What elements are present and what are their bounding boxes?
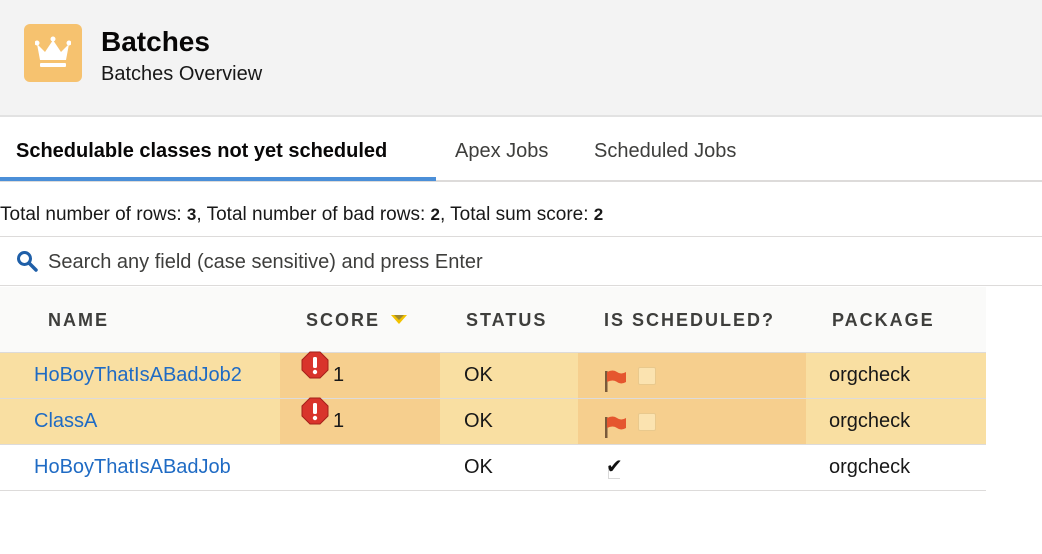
table-header: NAME SCORE STATUS IS SCHEDULED? PACKAGE <box>0 287 986 353</box>
class-name-link[interactable]: HoBoyThatIsABadJob2 <box>34 364 242 386</box>
is-scheduled-checkbox[interactable] <box>638 367 656 385</box>
table-row: HoBoyThatIsABadJob2 1 OK orgcheck <box>0 351 986 399</box>
column-header-status[interactable]: STATUS <box>466 287 547 353</box>
score-cell: 1 <box>280 351 440 398</box>
column-header-name[interactable]: NAME <box>48 287 109 353</box>
class-name-link[interactable]: ClassA <box>34 410 97 432</box>
score-value: 1 <box>333 364 345 386</box>
jobs-table: NAME SCORE STATUS IS SCHEDULED? PACKAGE … <box>0 287 986 491</box>
package-value: orgcheck <box>829 410 911 432</box>
is-scheduled-cell: ✔ <box>578 445 806 490</box>
is-scheduled-cell <box>578 399 806 444</box>
column-header-is-scheduled[interactable]: IS SCHEDULED? <box>604 287 775 353</box>
package-value: orgcheck <box>829 364 911 386</box>
checkmark-icon[interactable]: ✔ <box>606 445 623 490</box>
search-input[interactable] <box>48 246 1028 278</box>
column-header-package[interactable]: PACKAGE <box>832 287 935 353</box>
package-value: orgcheck <box>829 456 911 478</box>
column-header-score-label: SCORE <box>306 310 381 330</box>
page-subtitle: Batches Overview <box>101 63 263 85</box>
sort-descending-icon <box>390 286 408 352</box>
error-icon <box>301 351 329 396</box>
crown-icon <box>24 24 82 82</box>
is-scheduled-checkbox[interactable] <box>638 413 656 431</box>
search-icon <box>16 250 38 277</box>
page-header: Batches Batches Overview <box>0 0 1042 117</box>
table-summary: Total number of rows: 3, Total number of… <box>0 204 603 226</box>
error-icon <box>301 397 329 442</box>
tab-scheduled-jobs[interactable]: Scheduled Jobs <box>594 118 736 182</box>
column-header-score[interactable]: SCORE <box>306 287 408 353</box>
tab-schedulable-classes[interactable]: Schedulable classes not yet scheduled <box>16 118 387 182</box>
table-row: ClassA 1 OK orgcheck <box>0 397 986 445</box>
status-value: OK <box>464 456 493 478</box>
score-cell <box>280 445 440 490</box>
score-cell: 1 <box>280 397 440 444</box>
tab-apex-jobs[interactable]: Apex Jobs <box>455 118 548 182</box>
active-tab-indicator <box>0 177 436 181</box>
sum-score-label: , Total sum score: <box>439 204 594 225</box>
bad-rows-count: 2 <box>430 205 440 224</box>
is-scheduled-cell <box>578 353 806 398</box>
status-value: OK <box>464 364 493 386</box>
sum-score-value: 2 <box>593 205 604 224</box>
status-value: OK <box>464 410 493 432</box>
bad-rows-label: , Total number of bad rows: <box>196 204 431 225</box>
score-value: 1 <box>333 410 345 432</box>
table-row: HoBoyThatIsABadJob OK ✔ orgcheck <box>0 445 986 491</box>
search-bar <box>0 236 1042 286</box>
rows-label: Total number of rows: <box>0 204 187 225</box>
class-name-link[interactable]: HoBoyThatIsABadJob <box>34 456 231 478</box>
page-title: Batches <box>101 26 210 57</box>
tab-bar: Schedulable classes not yet scheduled Ap… <box>0 118 1042 182</box>
rows-count: 3 <box>186 205 197 224</box>
